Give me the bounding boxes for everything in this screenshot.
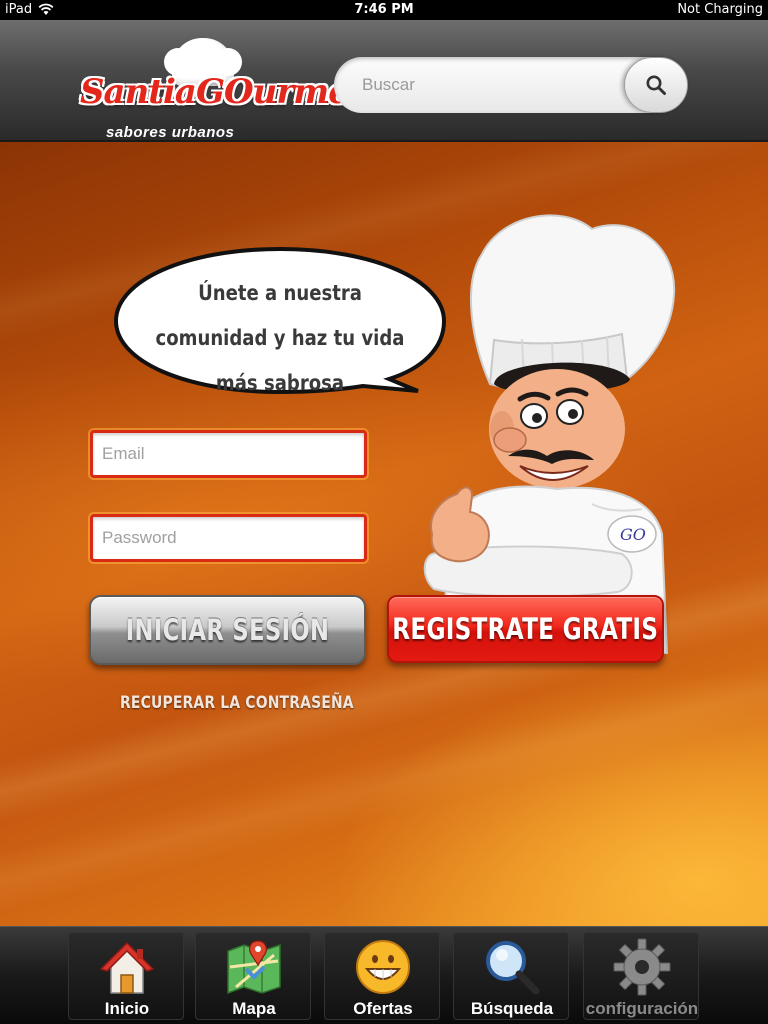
app-logo[interactable]: SantiaGOurmet sabores urbanos <box>80 38 365 148</box>
search-button[interactable] <box>624 57 688 113</box>
register-button-label: REGISTRATE GRATIS <box>392 612 659 646</box>
svg-text:GO: GO <box>620 525 646 544</box>
battery-status: Not Charging <box>677 2 763 17</box>
clock: 7:46 PM <box>354 2 414 17</box>
status-bar: iPad 7:46 PM Not Charging <box>0 0 768 20</box>
smiley-icon <box>356 940 410 994</box>
tab-busqueda[interactable]: Búsqueda <box>453 932 569 1020</box>
login-button-label: INICIAR SESIÓN <box>125 613 330 647</box>
tab-mapa[interactable]: Mapa <box>195 932 311 1020</box>
search-input[interactable] <box>334 57 654 113</box>
recover-password-link[interactable]: RECUPERAR LA CONTRASEÑA <box>120 693 354 713</box>
tab-ofertas-label: Ofertas <box>353 999 413 1018</box>
speech-bubble: Únete a nuestra comunidad y haz tu vida … <box>113 245 447 395</box>
tab-configuracion[interactable]: configuración <box>583 932 699 1020</box>
logo-tagline: sabores urbanos <box>106 124 235 141</box>
tab-configuracion-label: configuración <box>585 999 699 1018</box>
tab-inicio-label: Inicio <box>104 999 150 1018</box>
login-panel: Únete a nuestra comunidad y haz tu vida … <box>0 142 768 926</box>
login-button[interactable]: INICIAR SESIÓN <box>89 595 366 665</box>
search-icon <box>646 75 666 95</box>
home-icon <box>99 941 155 994</box>
tab-mapa-label: Mapa <box>232 999 276 1018</box>
email-field[interactable] <box>90 430 367 478</box>
password-field[interactable] <box>90 514 367 562</box>
speech-bubble-text: Únete a nuestra comunidad y haz tu vida … <box>155 281 405 395</box>
tab-inicio[interactable]: Inicio <box>68 932 184 1020</box>
map-icon <box>227 940 281 995</box>
logo-brand-text: SantiaGOurmet <box>80 72 365 112</box>
tab-bar: Inicio Mapa Ofertas Búsqueda configuraci… <box>0 926 768 1024</box>
register-button[interactable]: REGISTRATE GRATIS <box>387 595 664 663</box>
tab-ofertas[interactable]: Ofertas <box>324 932 440 1020</box>
app-header: SantiaGOurmet sabores urbanos <box>0 20 768 142</box>
magnifier-icon <box>486 941 540 995</box>
chef-mascot-icon: GO <box>423 214 676 654</box>
tab-busqueda-label: Búsqueda <box>470 999 554 1018</box>
gear-icon <box>613 938 671 996</box>
search-bar <box>334 57 688 113</box>
